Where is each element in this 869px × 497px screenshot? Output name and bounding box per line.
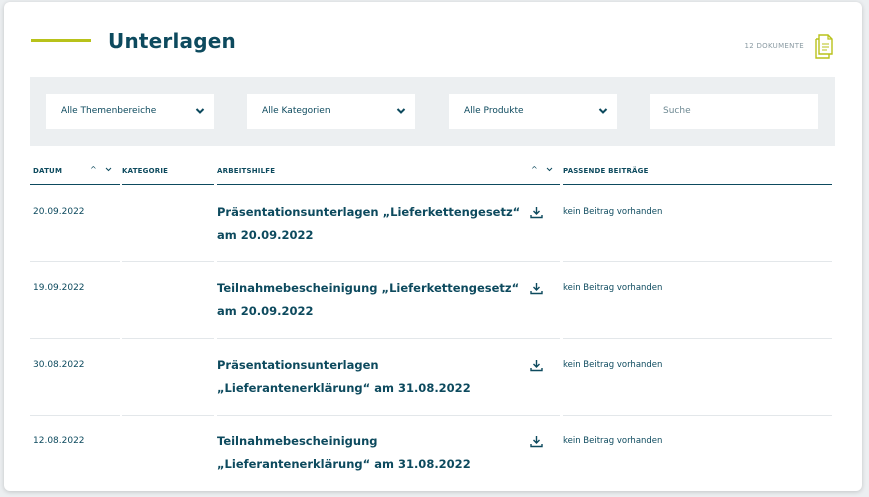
row-posts: kein Beitrag vorhanden: [563, 436, 663, 446]
row-divider: [30, 338, 120, 339]
chevron-down-icon: [195, 108, 205, 114]
search-input[interactable]: [650, 94, 818, 129]
row-date: 30.08.2022: [33, 360, 85, 370]
chevron-down-icon: [598, 108, 608, 114]
page-title: Unterlagen: [108, 29, 236, 53]
row-divider: [217, 261, 560, 262]
product-select-value: Alle Produkte: [464, 106, 524, 116]
row-title-link[interactable]: Teilnahmebescheinigung „Lieferkettengese…: [217, 277, 522, 323]
column-header-category[interactable]: KATEGORIE: [122, 167, 168, 175]
download-icon[interactable]: [530, 359, 543, 372]
download-icon[interactable]: [530, 435, 543, 448]
row-divider: [30, 261, 120, 262]
row-divider: [563, 415, 832, 416]
row-title-link[interactable]: Teilnahmebescheinigung „Lieferantenerklä…: [217, 430, 522, 476]
download-icon[interactable]: [530, 206, 543, 219]
column-header-posts[interactable]: PASSENDE BEITRÄGE: [563, 167, 649, 175]
header-divider: [30, 184, 120, 185]
row-date: 12.08.2022: [33, 436, 85, 446]
document-icon: [815, 34, 833, 59]
row-divider: [122, 261, 214, 262]
filter-bar: Alle Themenbereiche Alle Kategorien Alle…: [30, 77, 835, 146]
row-posts: kein Beitrag vorhanden: [563, 360, 663, 370]
documents-card: Unterlagen 12 DOKUMENTE Alle Themenberei…: [4, 2, 862, 491]
document-count: 12 DOKUMENTE: [744, 42, 804, 50]
row-divider: [563, 338, 832, 339]
title-accent-line: [31, 39, 91, 42]
row-title-link[interactable]: Präsentationsunterlagen „Lieferkettenges…: [217, 201, 522, 247]
category-select-value: Alle Kategorien: [262, 106, 331, 116]
row-posts: kein Beitrag vorhanden: [563, 207, 663, 217]
category-select[interactable]: Alle Kategorien: [247, 94, 415, 129]
row-posts: kein Beitrag vorhanden: [563, 283, 663, 293]
row-title-link[interactable]: Präsentationsunterlagen „Lieferantenerkl…: [217, 354, 522, 400]
row-date: 19.09.2022: [33, 283, 85, 293]
sort-down-icon[interactable]: [105, 167, 112, 172]
header-divider: [217, 184, 560, 185]
sort-up-icon[interactable]: ^: [531, 165, 538, 174]
sort-up-icon[interactable]: ^: [90, 165, 97, 174]
row-date: 20.09.2022: [33, 207, 85, 217]
row-divider: [217, 338, 560, 339]
chevron-down-icon: [396, 108, 406, 114]
row-divider: [122, 338, 214, 339]
row-divider: [122, 415, 214, 416]
download-icon[interactable]: [530, 282, 543, 295]
theme-select-value: Alle Themenbereiche: [61, 106, 157, 116]
row-divider: [30, 415, 120, 416]
row-divider: [563, 261, 832, 262]
product-select[interactable]: Alle Produkte: [449, 94, 617, 129]
sort-down-icon[interactable]: [546, 167, 553, 172]
column-header-tool[interactable]: ARBEITSHILFE: [217, 167, 275, 175]
theme-select[interactable]: Alle Themenbereiche: [46, 94, 214, 129]
column-header-date[interactable]: DATUM: [33, 167, 62, 175]
row-divider: [217, 415, 560, 416]
header-divider: [563, 184, 832, 185]
header-divider: [122, 184, 214, 185]
